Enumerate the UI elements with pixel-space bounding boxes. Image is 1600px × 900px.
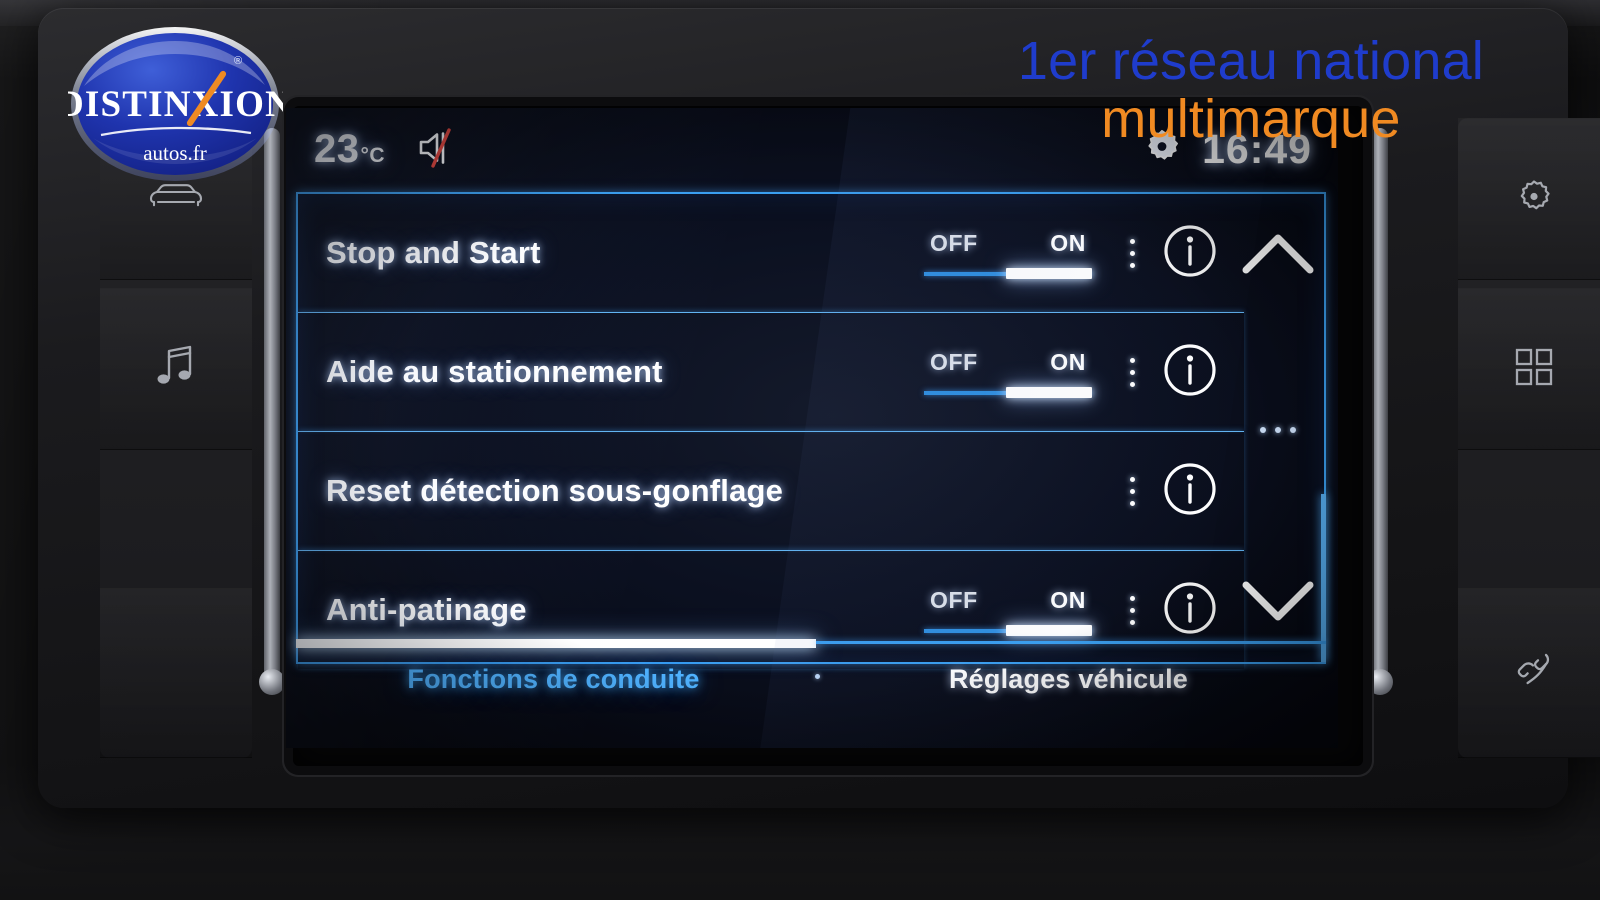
speaker-muted-icon[interactable] xyxy=(415,127,461,174)
clock-display: 16:49 xyxy=(1202,125,1312,172)
tab-underlines xyxy=(296,638,1326,650)
scrollbar[interactable] xyxy=(1321,194,1326,662)
toggle-on-label: ON xyxy=(1050,587,1086,613)
toggle-knob xyxy=(1006,625,1092,636)
toggle-off-label: OFF xyxy=(930,587,978,613)
hw-button-phone[interactable] xyxy=(1458,588,1600,758)
list-item[interactable]: Stop and Start OFF ON xyxy=(298,194,1244,312)
vertical-dots-icon[interactable] xyxy=(1118,357,1146,387)
temperature-display: 23°C xyxy=(314,127,385,172)
horizontal-dots-icon[interactable] xyxy=(1260,427,1296,433)
status-bar-right: 16:49 xyxy=(1140,125,1312,174)
off-on-toggle[interactable]: OFF ON xyxy=(924,349,1092,398)
tab-list: Fonctions de conduite Réglages véhicule xyxy=(296,664,1326,695)
temperature-unit: °C xyxy=(360,143,386,167)
gear-icon[interactable] xyxy=(1140,125,1184,174)
toggle-knob xyxy=(1006,268,1092,279)
hw-button-blank-left[interactable] xyxy=(100,588,252,758)
active-tab-underline xyxy=(296,639,817,648)
list-item[interactable]: Aide au stationnement OFF ON xyxy=(298,312,1244,431)
apps-grid-icon xyxy=(1514,347,1554,392)
phone-handset-icon xyxy=(1513,650,1555,697)
hw-button-media[interactable] xyxy=(100,288,252,450)
bottom-tab-bar: Fonctions de conduite Réglages véhicule xyxy=(296,638,1326,730)
info-circle-icon[interactable] xyxy=(1162,461,1218,522)
off-on-toggle[interactable]: OFF ON xyxy=(924,230,1092,279)
bezel-rail-right xyxy=(1372,128,1388,688)
list-item-controls xyxy=(924,461,1244,522)
scroll-controls xyxy=(1238,194,1318,662)
list-item-label: Stop and Start xyxy=(326,235,541,270)
hw-button-apps[interactable] xyxy=(1458,288,1600,450)
vertical-dots-icon[interactable] xyxy=(1118,238,1146,268)
list-item-controls: OFF ON xyxy=(924,342,1244,403)
gear-icon xyxy=(1513,176,1555,223)
music-note-icon xyxy=(154,344,198,395)
info-circle-icon[interactable] xyxy=(1162,223,1218,284)
temperature-value: 23 xyxy=(314,126,360,171)
info-circle-icon[interactable] xyxy=(1162,580,1218,641)
list-item-label: Anti-patinage xyxy=(326,592,527,627)
distinxion-logo: DISTINXION autos.fr ® xyxy=(57,20,292,188)
vertical-dots-icon[interactable] xyxy=(1118,476,1146,506)
bezel-rail-cap-left xyxy=(259,669,285,695)
logo-subtext: autos.fr xyxy=(143,141,207,165)
logo-registered-mark: ® xyxy=(234,55,242,67)
settings-list-panel: Stop and Start OFF ON Aide au stationnem… xyxy=(296,192,1326,664)
tab-reglages-vehicule[interactable]: Réglages véhicule xyxy=(811,664,1326,695)
list-item-controls: OFF ON xyxy=(924,580,1244,641)
bezel-rail-cap-right xyxy=(1367,669,1393,695)
scrollbar-thumb[interactable] xyxy=(1321,493,1326,662)
logo-wordmark: DISTINXION xyxy=(68,84,283,125)
list-item[interactable]: Reset détection sous-gonflage xyxy=(298,431,1244,550)
toggle-off-label: OFF xyxy=(930,230,978,256)
tab-fonctions-de-conduite[interactable]: Fonctions de conduite xyxy=(296,664,811,695)
bezel-rail-left xyxy=(264,128,280,688)
settings-list: Stop and Start OFF ON Aide au stationnem… xyxy=(298,194,1244,662)
info-circle-icon[interactable] xyxy=(1162,342,1218,403)
hw-button-settings[interactable] xyxy=(1458,118,1600,280)
vertical-dots-icon[interactable] xyxy=(1118,595,1146,625)
off-on-toggle[interactable]: OFF ON xyxy=(924,587,1092,636)
toggle-off-label: OFF xyxy=(930,349,978,375)
toggle-on-label: ON xyxy=(1050,349,1086,375)
list-item-label: Aide au stationnement xyxy=(326,354,663,389)
toggle-knob xyxy=(1006,387,1092,398)
infotainment-screen: 23°C 16:49 Stop and Start OFF ON Aide au… xyxy=(286,108,1338,748)
chevron-up-icon[interactable] xyxy=(1241,228,1315,283)
chevron-down-icon[interactable] xyxy=(1241,577,1315,632)
status-bar: 23°C 16:49 xyxy=(286,108,1338,190)
inactive-tab-underline xyxy=(816,641,1326,644)
right-hardware-button-column xyxy=(1458,118,1600,758)
list-item-label: Reset détection sous-gonflage xyxy=(326,473,784,508)
left-hardware-button-column xyxy=(100,118,252,758)
list-item-controls: OFF ON xyxy=(924,223,1244,284)
toggle-on-label: ON xyxy=(1050,230,1086,256)
